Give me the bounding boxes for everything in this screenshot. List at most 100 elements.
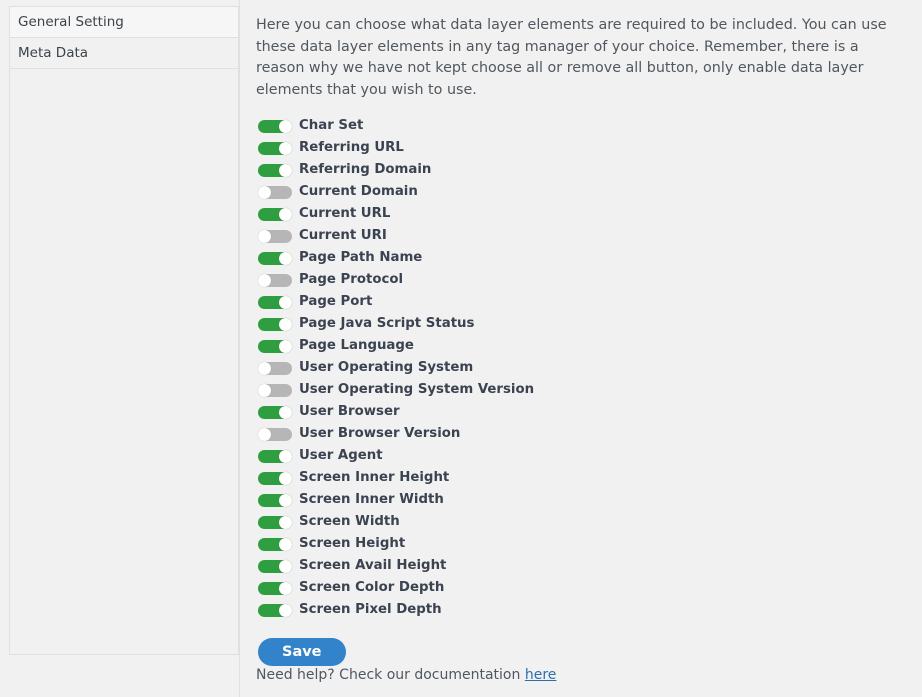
- toggle-knob-icon: [279, 251, 292, 265]
- toggle-switch-screen-pixel-depth[interactable]: [258, 603, 292, 617]
- toggle-row: Screen Color Depth: [256, 577, 910, 599]
- toggle-label: User Agent: [299, 448, 383, 463]
- toggle-label: Page Language: [299, 338, 414, 353]
- toggle-knob-icon: [258, 383, 271, 397]
- toggle-knob-icon: [279, 471, 292, 485]
- toggle-knob-icon: [279, 449, 292, 463]
- sidebar-item-general-setting[interactable]: General Setting: [10, 7, 238, 38]
- toggle-switch-page-path-name[interactable]: [258, 251, 292, 265]
- toggle-label: User Browser: [299, 404, 400, 419]
- toggle-switch-current-url[interactable]: [258, 207, 292, 221]
- toggle-knob-icon: [279, 207, 292, 221]
- toggle-switch-screen-width[interactable]: [258, 515, 292, 529]
- toggle-label: Current URI: [299, 228, 387, 243]
- toggle-label: Page Port: [299, 294, 373, 309]
- sidebar-divider: [239, 0, 240, 697]
- toggle-switch-user-browser-version[interactable]: [258, 427, 292, 441]
- toggle-label: Screen Pixel Depth: [299, 602, 442, 617]
- toggle-switch-user-agent[interactable]: [258, 449, 292, 463]
- toggle-switch-page-java-script-status[interactable]: [258, 317, 292, 331]
- toggle-label: Page Java Script Status: [299, 316, 475, 331]
- toggle-switch-screen-inner-width[interactable]: [258, 493, 292, 507]
- toggle-row: User Browser: [256, 401, 910, 423]
- toggle-row: User Operating System: [256, 357, 910, 379]
- toggle-knob-icon: [258, 273, 271, 287]
- save-button-container: Save: [256, 638, 910, 666]
- toggle-row: Screen Width: [256, 511, 910, 533]
- toggle-label: User Browser Version: [299, 426, 461, 441]
- toggle-knob-icon: [279, 603, 292, 617]
- toggle-label: Referring Domain: [299, 162, 432, 177]
- main-content: Here you can choose what data layer elem…: [256, 0, 922, 697]
- toggle-knob-icon: [279, 119, 292, 133]
- toggle-row: User Browser Version: [256, 423, 910, 445]
- toggle-row: User Agent: [256, 445, 910, 467]
- toggle-row: Page Protocol: [256, 269, 910, 291]
- toggle-row: Current URL: [256, 203, 910, 225]
- toggle-row: Screen Height: [256, 533, 910, 555]
- toggle-knob-icon: [258, 185, 271, 199]
- toggle-label: Screen Avail Height: [299, 558, 447, 573]
- intro-description: Here you can choose what data layer elem…: [256, 17, 887, 98]
- toggle-row: Page Port: [256, 291, 910, 313]
- toggle-switch-referring-url[interactable]: [258, 141, 292, 155]
- toggle-switch-page-port[interactable]: [258, 295, 292, 309]
- toggle-row: Current URI: [256, 225, 910, 247]
- toggle-label: Screen Inner Width: [299, 492, 444, 507]
- toggle-row: Current Domain: [256, 181, 910, 203]
- toggle-switch-current-uri[interactable]: [258, 229, 292, 243]
- data-layer-toggle-list: Char Set Referring URL Referring Domain Cur…: [256, 115, 910, 621]
- help-text: Need help? Check our documentation: [256, 667, 521, 683]
- toggle-row: Page Path Name: [256, 247, 910, 269]
- toggle-switch-current-domain[interactable]: [258, 185, 292, 199]
- toggle-knob-icon: [258, 361, 271, 375]
- toggle-knob-icon: [279, 493, 292, 507]
- toggle-switch-user-operating-system-version[interactable]: [258, 383, 292, 397]
- toggle-label: User Operating System Version: [299, 382, 535, 397]
- sidebar-item-label: Meta Data: [18, 45, 89, 61]
- toggle-switch-char-set[interactable]: [258, 119, 292, 133]
- toggle-label: Current Domain: [299, 184, 418, 199]
- toggle-switch-page-protocol[interactable]: [258, 273, 292, 287]
- toggle-row: Screen Inner Height: [256, 467, 910, 489]
- toggle-switch-user-operating-system[interactable]: [258, 361, 292, 375]
- toggle-switch-referring-domain[interactable]: [258, 163, 292, 177]
- toggle-switch-page-language[interactable]: [258, 339, 292, 353]
- toggle-label: Referring URL: [299, 140, 404, 155]
- toggle-switch-screen-avail-height[interactable]: [258, 559, 292, 573]
- sidebar-item-meta-data[interactable]: Meta Data: [10, 38, 238, 69]
- help-line: Need help? Check our documentation here: [256, 667, 556, 683]
- toggle-knob-icon: [279, 339, 292, 353]
- toggle-row: User Operating System Version: [256, 379, 910, 401]
- documentation-link[interactable]: here: [525, 667, 557, 683]
- toggle-row: Referring Domain: [256, 159, 910, 181]
- toggle-switch-screen-height[interactable]: [258, 537, 292, 551]
- toggle-knob-icon: [258, 229, 271, 243]
- toggle-row: Screen Inner Width: [256, 489, 910, 511]
- toggle-row: Screen Avail Height: [256, 555, 910, 577]
- toggle-label: Page Protocol: [299, 272, 404, 287]
- toggle-label: Char Set: [299, 118, 364, 133]
- toggle-switch-screen-color-depth[interactable]: [258, 581, 292, 595]
- toggle-label: User Operating System: [299, 360, 474, 375]
- toggle-label: Screen Height: [299, 536, 406, 551]
- toggle-knob-icon: [279, 537, 292, 551]
- sidebar: General Setting Meta Data: [9, 6, 239, 655]
- toggle-knob-icon: [279, 317, 292, 331]
- toggle-knob-icon: [279, 515, 292, 529]
- sidebar-item-label: General Setting: [18, 14, 124, 30]
- save-button[interactable]: Save: [258, 638, 346, 666]
- toggle-label: Screen Width: [299, 514, 400, 529]
- toggle-knob-icon: [279, 163, 292, 177]
- toggle-row: Screen Pixel Depth: [256, 599, 910, 621]
- toggle-switch-screen-inner-height[interactable]: [258, 471, 292, 485]
- sidebar-item-list: General Setting Meta Data: [10, 7, 238, 69]
- toggle-row: Referring URL: [256, 137, 910, 159]
- toggle-row: Page Language: [256, 335, 910, 357]
- toggle-knob-icon: [279, 581, 292, 595]
- toggle-knob-icon: [279, 559, 292, 573]
- toggle-row: Char Set: [256, 115, 910, 137]
- toggle-label: Screen Color Depth: [299, 580, 445, 595]
- settings-page: General Setting Meta Data Here you can ch…: [0, 0, 922, 697]
- toggle-switch-user-browser[interactable]: [258, 405, 292, 419]
